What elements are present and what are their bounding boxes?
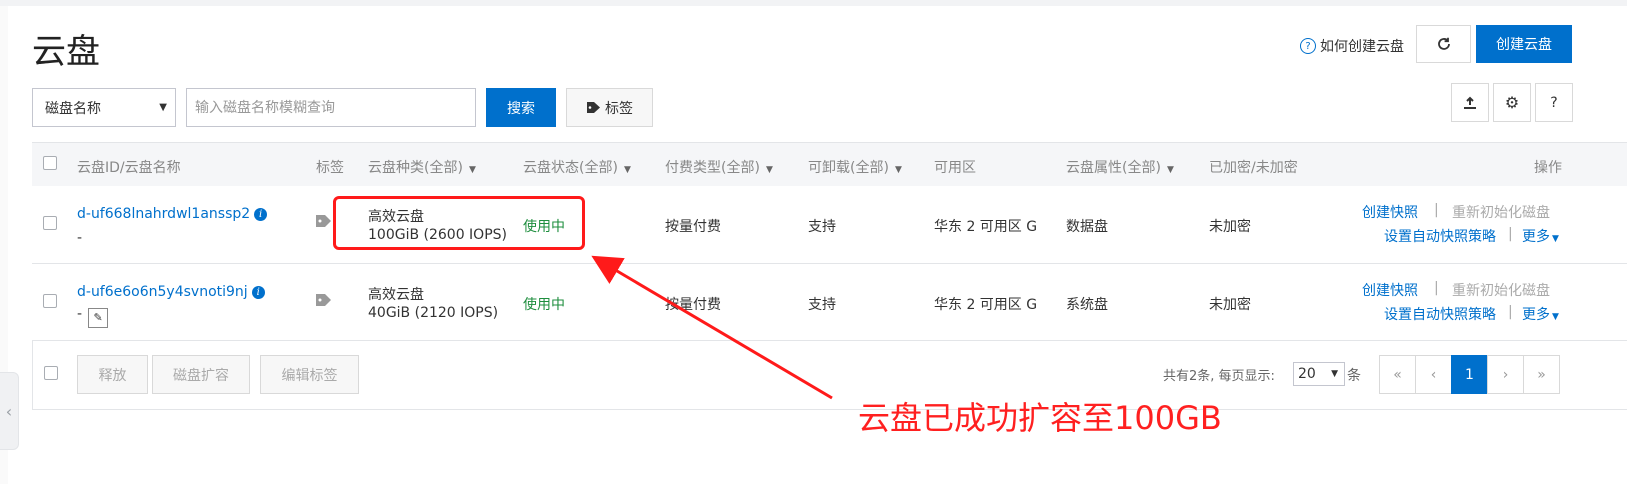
annotation-text: 云盘已成功扩容至100GB (858, 399, 1222, 437)
annotation-arrow (591, 255, 833, 400)
